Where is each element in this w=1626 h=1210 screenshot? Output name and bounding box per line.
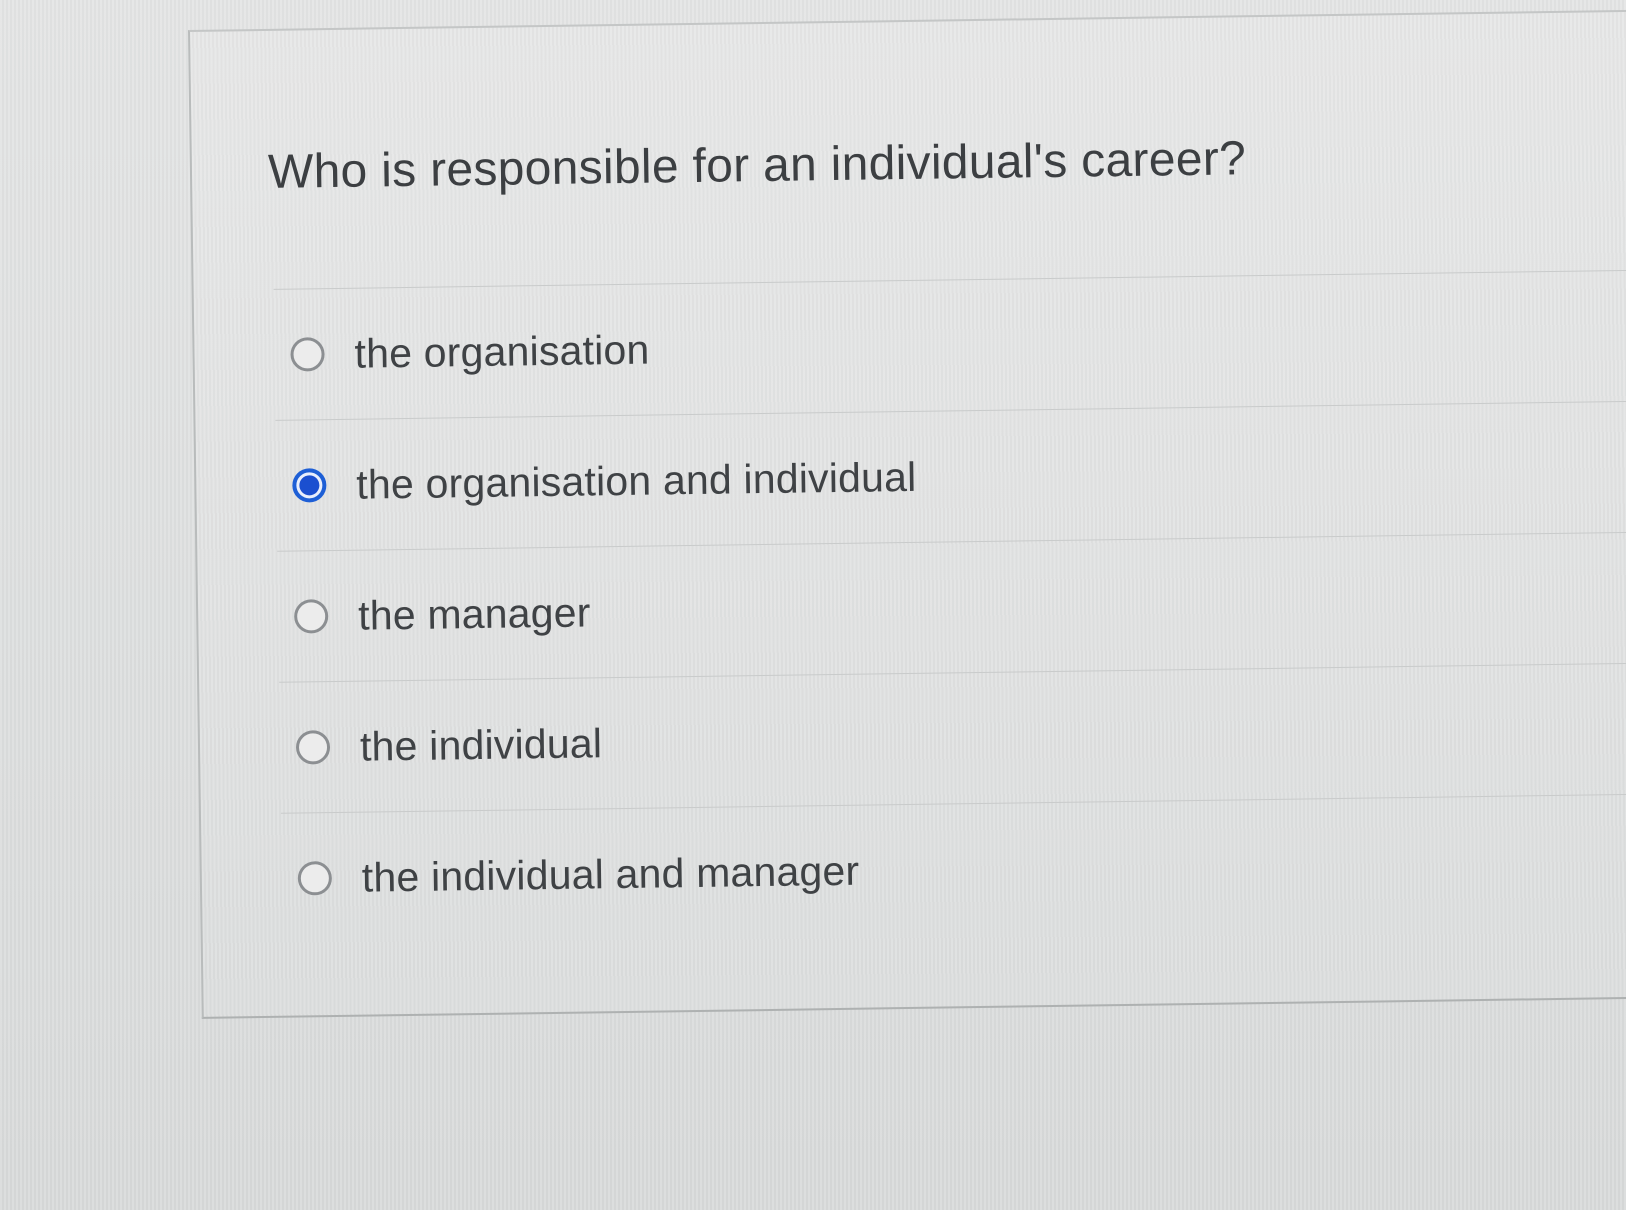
answer-label: the individual and manager (361, 847, 860, 901)
answer-option-the-individual-and-manager[interactable]: the individual and manager (280, 793, 1626, 944)
answer-option-the-individual[interactable]: the individual (279, 662, 1626, 813)
radio-button[interactable] (295, 730, 331, 765)
answer-option-the-organisation[interactable]: the organisation (273, 269, 1626, 420)
question-card: Who is responsible for an individual's c… (188, 9, 1626, 1019)
radio-selected-dot-icon (299, 475, 320, 496)
answer-label: the manager (357, 588, 591, 639)
answer-label: the individual (359, 719, 603, 770)
radio-button-selected[interactable] (292, 468, 327, 503)
answer-label: the organisation and individual (356, 453, 917, 508)
radio-button[interactable] (293, 599, 329, 634)
radio-button[interactable] (297, 861, 333, 896)
answer-option-the-organisation-and-individual[interactable]: the organisation and individual (275, 400, 1626, 551)
radio-button[interactable] (290, 337, 325, 372)
answer-option-the-manager[interactable]: the manager (277, 531, 1626, 682)
question-text: Who is responsible for an individual's c… (267, 132, 1247, 199)
answer-list: the organisation the organisation and in… (273, 269, 1626, 944)
answer-label: the organisation (354, 326, 650, 377)
